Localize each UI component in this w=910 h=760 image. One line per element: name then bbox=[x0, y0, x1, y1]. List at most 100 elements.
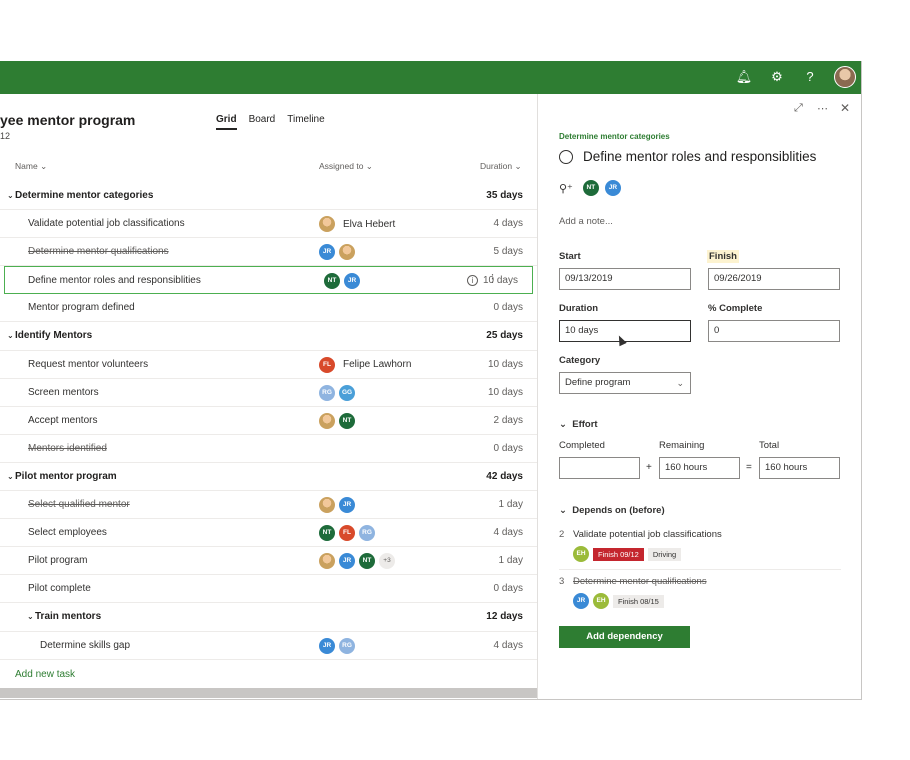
task-row[interactable]: Screen mentors RG GG 10 days bbox=[0, 379, 537, 407]
task-name: Pilot complete bbox=[28, 575, 91, 603]
task-name: ⌄Identify Mentors bbox=[7, 322, 92, 350]
task-duration: 10 days bbox=[487, 386, 523, 398]
task-duration: 0 days bbox=[493, 302, 523, 314]
completed-hours-field[interactable] bbox=[559, 457, 640, 479]
task-name-text: Pilot complete bbox=[28, 583, 91, 595]
task-name-text: Mentors identified bbox=[28, 442, 107, 454]
avatar: NT bbox=[324, 273, 340, 290]
group-row[interactable]: ⌄Identify Mentors 25 days bbox=[0, 322, 537, 351]
tab-grid[interactable]: Grid bbox=[216, 114, 237, 130]
assignees[interactable]: JR bbox=[319, 244, 355, 261]
user-avatar[interactable] bbox=[834, 66, 856, 88]
task-row[interactable]: Accept mentors NT 2 days bbox=[0, 407, 537, 435]
task-name: Determine skills gap bbox=[40, 632, 130, 660]
close-icon[interactable]: ✕ bbox=[840, 101, 850, 115]
task-row[interactable]: Define mentor roles and responsiblities N… bbox=[4, 266, 533, 295]
top-bar: 🔔︎ ⚙ ? bbox=[0, 61, 861, 94]
assignees[interactable]: NT FL RG bbox=[319, 525, 375, 542]
finish-date-field[interactable]: 09/26/2019 bbox=[708, 268, 840, 290]
column-header-duration[interactable]: Duration ⌄ bbox=[480, 161, 522, 172]
task-name-text: Determine mentor categories bbox=[15, 190, 154, 201]
task-name-text: Define mentor roles and responsiblities bbox=[28, 275, 201, 287]
detail-assignees[interactable]: ⚲⁺ NT JR bbox=[559, 180, 621, 196]
task-row[interactable]: Determine skills gap JR RG 4 days bbox=[0, 632, 537, 660]
avatar: FL bbox=[339, 525, 355, 542]
depends-section-toggle[interactable]: ⌄ Depends on (before) bbox=[559, 505, 665, 516]
chevron-down-icon[interactable]: ⌄ bbox=[27, 603, 35, 631]
task-duration: 0 days bbox=[493, 583, 523, 595]
chevron-down-icon: ⌄ bbox=[676, 378, 684, 388]
detail-task-title[interactable]: Define mentor roles and responsiblities bbox=[583, 149, 816, 164]
group-row[interactable]: ⌄Pilot mentor program 42 days bbox=[0, 463, 537, 492]
horizontal-scrollbar[interactable] bbox=[0, 688, 537, 698]
task-row[interactable]: Determine mentor qualifications JR 5 days bbox=[0, 238, 537, 267]
note-input[interactable]: Add a note... bbox=[559, 216, 613, 227]
chevron-down-icon[interactable]: ⌄ bbox=[7, 322, 15, 350]
task-row[interactable]: Select employees NT FL RG 4 days bbox=[0, 519, 537, 548]
category-select[interactable]: Define program ⌄ bbox=[559, 372, 691, 394]
finish-chip: Finish 09/12 bbox=[593, 547, 644, 561]
info-icon[interactable]: i bbox=[467, 275, 478, 287]
expand-icon[interactable]: ⤢ bbox=[794, 102, 803, 115]
task-row[interactable]: Validate potential job classifications El… bbox=[0, 210, 537, 239]
assignees[interactable]: NT bbox=[319, 412, 355, 429]
start-date-field[interactable]: 09/13/2019 bbox=[559, 268, 691, 290]
add-dependency-button[interactable]: Add dependency bbox=[559, 626, 690, 648]
total-hours-field[interactable]: 160 hours bbox=[759, 457, 840, 479]
avatar[interactable]: JR bbox=[604, 180, 621, 196]
task-row[interactable]: Request mentor volunteers FL Felipe Lawhor… bbox=[0, 351, 537, 379]
task-name-text: Request mentor volunteers bbox=[28, 358, 149, 370]
divider bbox=[559, 569, 841, 570]
remaining-hours-field[interactable]: 160 hours bbox=[659, 457, 740, 479]
tab-board[interactable]: Board bbox=[249, 114, 276, 130]
task-name: ⌄Train mentors bbox=[27, 603, 101, 631]
assignees[interactable]: NT JR bbox=[324, 273, 360, 290]
assignees[interactable]: RG GG bbox=[319, 384, 355, 401]
task-row[interactable]: Mentor program defined 0 days bbox=[0, 294, 537, 323]
assignees[interactable]: FL Felipe Lawhorn bbox=[319, 356, 412, 373]
task-row[interactable]: Pilot program JR NT +3 1 day bbox=[0, 547, 537, 576]
tab-timeline[interactable]: Timeline bbox=[287, 114, 324, 130]
help-icon[interactable]: ? bbox=[801, 68, 819, 86]
assignee-name: Felipe Lawhorn bbox=[343, 359, 412, 371]
avatar bbox=[319, 412, 335, 429]
group-row[interactable]: ⌄Determine mentor categories 35 days bbox=[0, 182, 537, 211]
bell-icon[interactable]: 🔔︎ bbox=[735, 68, 753, 86]
assignees[interactable]: JR bbox=[319, 497, 355, 514]
effort-section-toggle[interactable]: ⌄ Effort bbox=[559, 419, 598, 430]
task-row[interactable]: Pilot complete 0 days bbox=[0, 575, 537, 604]
plus-operator: + bbox=[646, 462, 652, 473]
chevron-down-icon[interactable]: ⌄ bbox=[7, 182, 15, 210]
dependency-item[interactable]: 3 Determine mentor qualifications JR EH F… bbox=[559, 576, 841, 609]
task-name: Select employees bbox=[28, 519, 107, 547]
grid-pane: yee mentor program 12 Grid Board Timelin… bbox=[0, 94, 537, 699]
group-row[interactable]: ⌄Train mentors 12 days bbox=[0, 603, 537, 632]
column-header-assigned[interactable]: Assigned to ⌄ bbox=[319, 161, 373, 172]
assign-person-icon[interactable]: ⚲⁺ bbox=[559, 182, 573, 195]
chevron-down-icon: ⌄ bbox=[40, 161, 48, 171]
more-options-icon[interactable]: ⋯ bbox=[817, 102, 828, 115]
app-window: 🔔︎ ⚙ ? yee mentor program 12 Grid Board … bbox=[0, 61, 862, 700]
percent-complete-field[interactable]: 0 bbox=[708, 320, 840, 342]
assignees[interactable]: Elva Hebert bbox=[319, 216, 395, 233]
dependency-item[interactable]: 2 Validate potential job classifications … bbox=[559, 529, 841, 562]
task-name-text: Pilot program bbox=[28, 555, 88, 567]
column-header-name[interactable]: Name ⌄ bbox=[15, 161, 47, 172]
gear-icon[interactable]: ⚙ bbox=[768, 68, 786, 86]
avatar: EH bbox=[573, 546, 589, 562]
task-row[interactable]: Select qualified mentor JR 1 day bbox=[0, 491, 537, 520]
task-name: ⌄Determine mentor categories bbox=[7, 182, 153, 210]
task-name: Screen mentors bbox=[28, 379, 99, 407]
assignees[interactable]: JR NT +3 bbox=[319, 553, 395, 570]
avatar: JR bbox=[339, 497, 355, 514]
avatar[interactable]: NT bbox=[582, 180, 599, 196]
task-name-text: Validate potential job classifications bbox=[28, 218, 185, 230]
task-duration: 25 days bbox=[486, 330, 523, 342]
add-new-task-link[interactable]: Add new task bbox=[15, 669, 75, 680]
complete-checkbox[interactable] bbox=[559, 150, 573, 164]
chevron-down-icon[interactable]: ⌄ bbox=[7, 463, 15, 491]
task-duration: 35 days bbox=[486, 190, 523, 201]
finish-chip: Finish 08/15 bbox=[613, 594, 664, 608]
task-row[interactable]: Mentors identified 0 days bbox=[0, 435, 537, 463]
assignees[interactable]: JR RG bbox=[319, 637, 355, 654]
